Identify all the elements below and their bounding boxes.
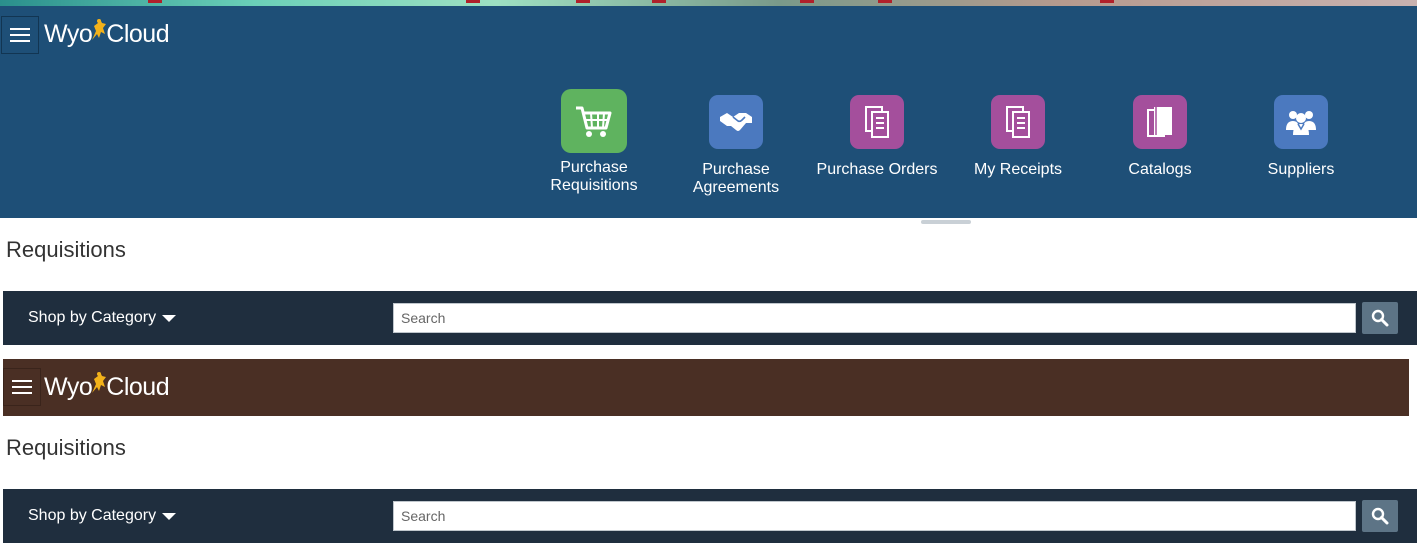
shop-by-category-menu[interactable]: Shop by Category	[28, 507, 177, 525]
springboard-header: Wyo Cloud Purchase Requisitions Purchase…	[0, 6, 1417, 218]
shop-bar: Shop by Category	[3, 489, 1417, 543]
search-button[interactable]	[1362, 302, 1398, 334]
app-label-line2: Agreements	[692, 179, 780, 196]
bucking-horse-icon	[92, 372, 107, 397]
app-label: Suppliers	[1267, 161, 1335, 178]
app-label: Purchase Orders	[816, 161, 938, 178]
app-my-receipts[interactable]: My Receipts	[948, 95, 1088, 179]
search-icon	[1371, 507, 1389, 525]
page-title: Requisitions	[6, 237, 126, 262]
shop-by-category-menu[interactable]: Shop by Category	[28, 309, 177, 327]
document-icon	[865, 106, 889, 138]
app-label-line1: Purchase	[560, 159, 628, 176]
search-input[interactable]	[393, 303, 1356, 333]
app-label-line2: Requisitions	[550, 177, 638, 194]
shop-bar: Shop by Category	[3, 291, 1417, 345]
springboard-collapse-handle[interactable]	[921, 220, 971, 224]
hamburger-icon	[12, 380, 32, 382]
people-icon	[1286, 111, 1316, 135]
app-suppliers[interactable]: Suppliers	[1231, 95, 1371, 179]
app-label: Catalogs	[1128, 161, 1192, 178]
global-header: Wyo Cloud	[3, 359, 1409, 416]
app-purchase-orders[interactable]: Purchase Orders	[807, 95, 947, 179]
wyocloud-logo[interactable]: Wyo Cloud	[44, 19, 170, 49]
wyocloud-logo[interactable]: Wyo Cloud	[44, 372, 170, 402]
cart-icon	[576, 106, 612, 137]
search-button[interactable]	[1362, 500, 1398, 532]
page-title: Requisitions	[6, 435, 126, 460]
navigator-menu-button[interactable]	[1, 16, 39, 54]
caret-down-icon	[162, 512, 177, 520]
app-label-line1: Purchase	[702, 161, 770, 178]
handshake-icon	[720, 113, 752, 131]
app-catalogs[interactable]: Catalogs	[1090, 95, 1230, 179]
navigator-menu-button[interactable]	[3, 368, 41, 406]
books-icon	[1147, 107, 1172, 137]
caret-down-icon	[162, 314, 177, 322]
hamburger-icon	[10, 28, 30, 30]
bucking-horse-icon	[92, 19, 107, 44]
search-input[interactable]	[393, 501, 1356, 531]
search-icon	[1371, 309, 1389, 327]
app-purchase-agreements[interactable]: Purchase Agreements	[666, 95, 806, 197]
page: Wyo Cloud Purchase Requisitions Purchase…	[0, 0, 1417, 545]
app-label: My Receipts	[973, 161, 1063, 178]
app-purchase-requisitions[interactable]: Purchase Requisitions	[524, 89, 664, 195]
document-icon	[1006, 106, 1030, 138]
